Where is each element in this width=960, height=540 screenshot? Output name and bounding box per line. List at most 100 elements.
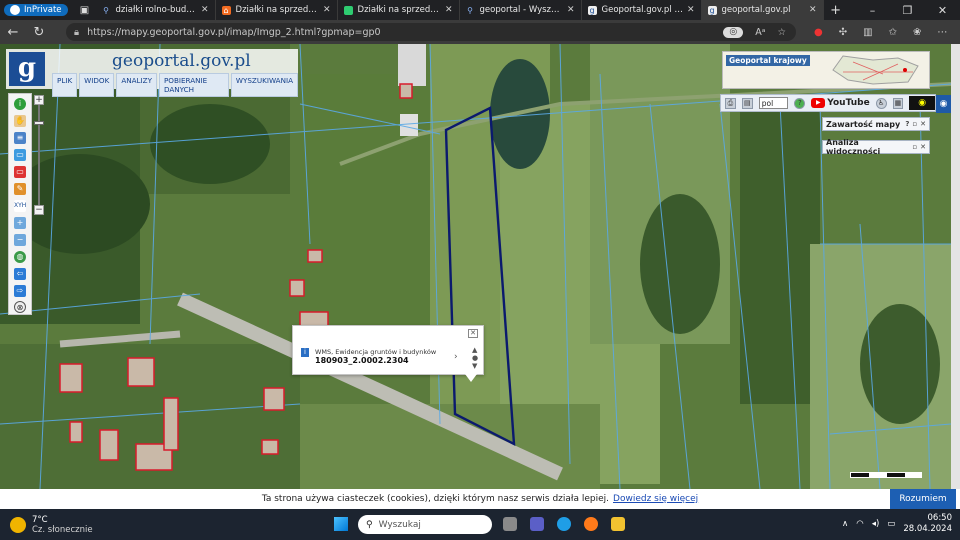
minimize-icon[interactable]: ▫ (912, 143, 917, 151)
search-icon: ⚲ (467, 5, 473, 15)
zoom-track[interactable] (38, 105, 40, 205)
close-icon[interactable]: ✕ (445, 5, 453, 15)
help-icon[interactable]: ? (794, 97, 806, 109)
copilot-icon[interactable]: ❀ (913, 27, 921, 38)
close-window-icon[interactable]: ✕ (925, 4, 960, 17)
task-view-icon[interactable] (503, 517, 517, 531)
clear-selection-icon[interactable]: ▭ (14, 166, 26, 178)
geoportal-logo[interactable]: g (9, 52, 45, 86)
lock-icon[interactable]: 🔒︎ (74, 27, 79, 38)
zoom-plus-icon[interactable]: + (34, 95, 44, 105)
tab-4[interactable]: ⚲ geoportal - Wyszukaj ✕ (460, 0, 582, 20)
arrow-circle-icon[interactable]: ● (472, 354, 478, 362)
draw-pencil-icon[interactable]: ✎ (14, 183, 26, 195)
next-view-icon[interactable]: ⇨ (14, 285, 26, 297)
tab-5[interactable]: gGeoportal.gov.pl – Geop✕ (582, 0, 702, 20)
speaker-icon[interactable]: ◂) (872, 519, 880, 529)
arrow-down-icon[interactable]: ▼ (472, 362, 477, 370)
language-select[interactable]: pol (758, 97, 789, 109)
close-icon[interactable]: ✕ (809, 5, 817, 15)
cookie-more-link[interactable]: Dowiedz się więcej (613, 494, 698, 504)
menu-analizy[interactable]: ANALIZY (116, 73, 157, 97)
close-icon[interactable]: ✕ (468, 329, 478, 338)
close-icon[interactable]: ✕ (920, 143, 926, 151)
favorite-star-icon[interactable]: ☆ (777, 27, 786, 38)
battery-icon[interactable]: ▭ (887, 519, 895, 529)
select-area-icon[interactable]: ▭ (14, 149, 26, 161)
edge-icon[interactable] (557, 517, 571, 531)
extensions-icon[interactable]: ✣ (839, 27, 847, 38)
weather-widget[interactable]: 7°C Cz. słonecznie (10, 515, 93, 535)
extension-ublock-icon[interactable]: ● (814, 27, 823, 38)
arrow-up-icon[interactable]: ▲ (472, 346, 477, 354)
tab-6[interactable]: g geoportal.gov.pl ✕ (701, 0, 824, 20)
zoom-out-icon[interactable]: − (14, 234, 26, 246)
map-scrollbar[interactable] (951, 44, 960, 489)
panel-map-contents[interactable]: Zawartość mapy ? ▫ ✕ (822, 117, 930, 131)
pan-hand-icon[interactable]: ✋ (14, 115, 26, 127)
accessibility-icon[interactable]: ♿︎ (875, 97, 887, 109)
close-icon[interactable]: ✕ (687, 5, 695, 15)
overview-map[interactable]: Geoportal krajowy (722, 51, 930, 89)
read-aloud-icon[interactable]: Aᵃ (755, 27, 765, 38)
globe-icon[interactable]: ◍ (14, 251, 26, 263)
menu-wyszukiwania[interactable]: WYSZUKIWANIA (230, 73, 298, 97)
previous-view-icon[interactable]: ⇦ (14, 268, 26, 280)
tab-2[interactable]: ⌂Działki na sprzedaż Horyniec✕ (216, 0, 338, 20)
chevron-up-icon[interactable]: ∧ (842, 519, 848, 529)
favorites-icon[interactable]: ✩ (889, 27, 897, 38)
popup-plot-id[interactable]: 180903_2.0002.2304 (315, 356, 409, 365)
browser-tab-bar: InPrivate ▣ ⚲działki rolno-budowlane✕ ⌂D… (0, 0, 960, 20)
accept-cookies-button[interactable]: Rozumiem (890, 489, 956, 509)
address-bar[interactable]: 🔒︎ https://mapy.geoportal.gov.pl/imap/Im… (66, 23, 796, 41)
close-icon[interactable]: ✕ (920, 120, 926, 128)
geoportal-top-tools: ⎙ ▤ pol ? ▶ YouTube ♿︎ ▦ ◉ (720, 94, 936, 112)
menu-widok[interactable]: WIDOK (79, 73, 115, 97)
firefox-icon[interactable] (584, 517, 598, 531)
bookmark-icon[interactable]: ▤ (741, 97, 753, 109)
inprivate-badge[interactable]: InPrivate (4, 4, 68, 16)
house-icon: ⌂ (221, 5, 231, 15)
search-icon: ⚲ (366, 519, 373, 530)
legend-icon[interactable]: ≡ (14, 132, 26, 144)
more-menu-icon[interactable]: ⋯ (937, 27, 947, 38)
tab-1[interactable]: ⚲działki rolno-budowlane✕ (96, 0, 216, 20)
search-icon: ⚲ (103, 5, 109, 15)
file-explorer-icon[interactable] (611, 517, 625, 531)
refresh-icon[interactable]: ↻ (26, 25, 52, 40)
zoom-in-icon[interactable]: + (14, 217, 26, 229)
help-icon[interactable]: ? (905, 120, 909, 128)
close-icon[interactable]: ✕ (567, 5, 575, 15)
tab-3[interactable]: Działki na sprzedaż: Horyniec✕ (338, 0, 460, 20)
zoom-handle[interactable] (34, 121, 44, 125)
windows-start-icon[interactable] (334, 517, 348, 531)
side-panel-eye-icon[interactable]: ◉ (936, 95, 951, 113)
coordinates-xyh-icon[interactable]: XYH (14, 200, 26, 212)
minimize-icon[interactable]: ▫ (912, 120, 917, 128)
panel-visibility-analysis[interactable]: Analiza widoczności ▫ ✕ (822, 138, 930, 156)
menu-plik[interactable]: PLIK (52, 73, 78, 97)
close-icon[interactable]: ✕ (323, 5, 331, 15)
info-tool-icon[interactable]: i (14, 98, 26, 110)
minimize-icon[interactable]: – (855, 4, 890, 17)
zoom-slider[interactable]: + − (32, 93, 46, 217)
split-screen-icon[interactable]: ▥ (863, 27, 872, 38)
youtube-link[interactable]: ▶ YouTube (811, 98, 870, 108)
back-icon[interactable]: ← (0, 25, 26, 40)
tab-actions-icon[interactable]: ▣ (74, 5, 96, 16)
close-icon[interactable]: ✕ (201, 5, 209, 15)
wifi-icon[interactable]: ◠ (856, 519, 863, 529)
menu-pobieranie-danych[interactable]: POBIERANIE DANYCH (158, 73, 229, 97)
high-contrast-eye-icon[interactable]: ◉ (909, 96, 936, 110)
maximize-icon[interactable]: ❐ (890, 4, 925, 17)
print-icon[interactable]: ⎙ (725, 97, 736, 109)
new-tab-button[interactable]: + (824, 3, 848, 18)
clear-all-icon[interactable]: ⊗ (14, 301, 26, 313)
chevron-right-icon[interactable]: › (454, 352, 458, 362)
tracking-prevention-icon[interactable]: ◎ (723, 26, 744, 38)
teams-icon[interactable] (530, 517, 544, 531)
zoom-minus-icon[interactable]: − (34, 205, 44, 215)
map-tools-icon[interactable]: ▦ (892, 97, 904, 109)
taskbar-search[interactable]: ⚲ Wyszukaj (358, 515, 492, 534)
clock[interactable]: 06:50 28.04.2024 (903, 513, 952, 535)
